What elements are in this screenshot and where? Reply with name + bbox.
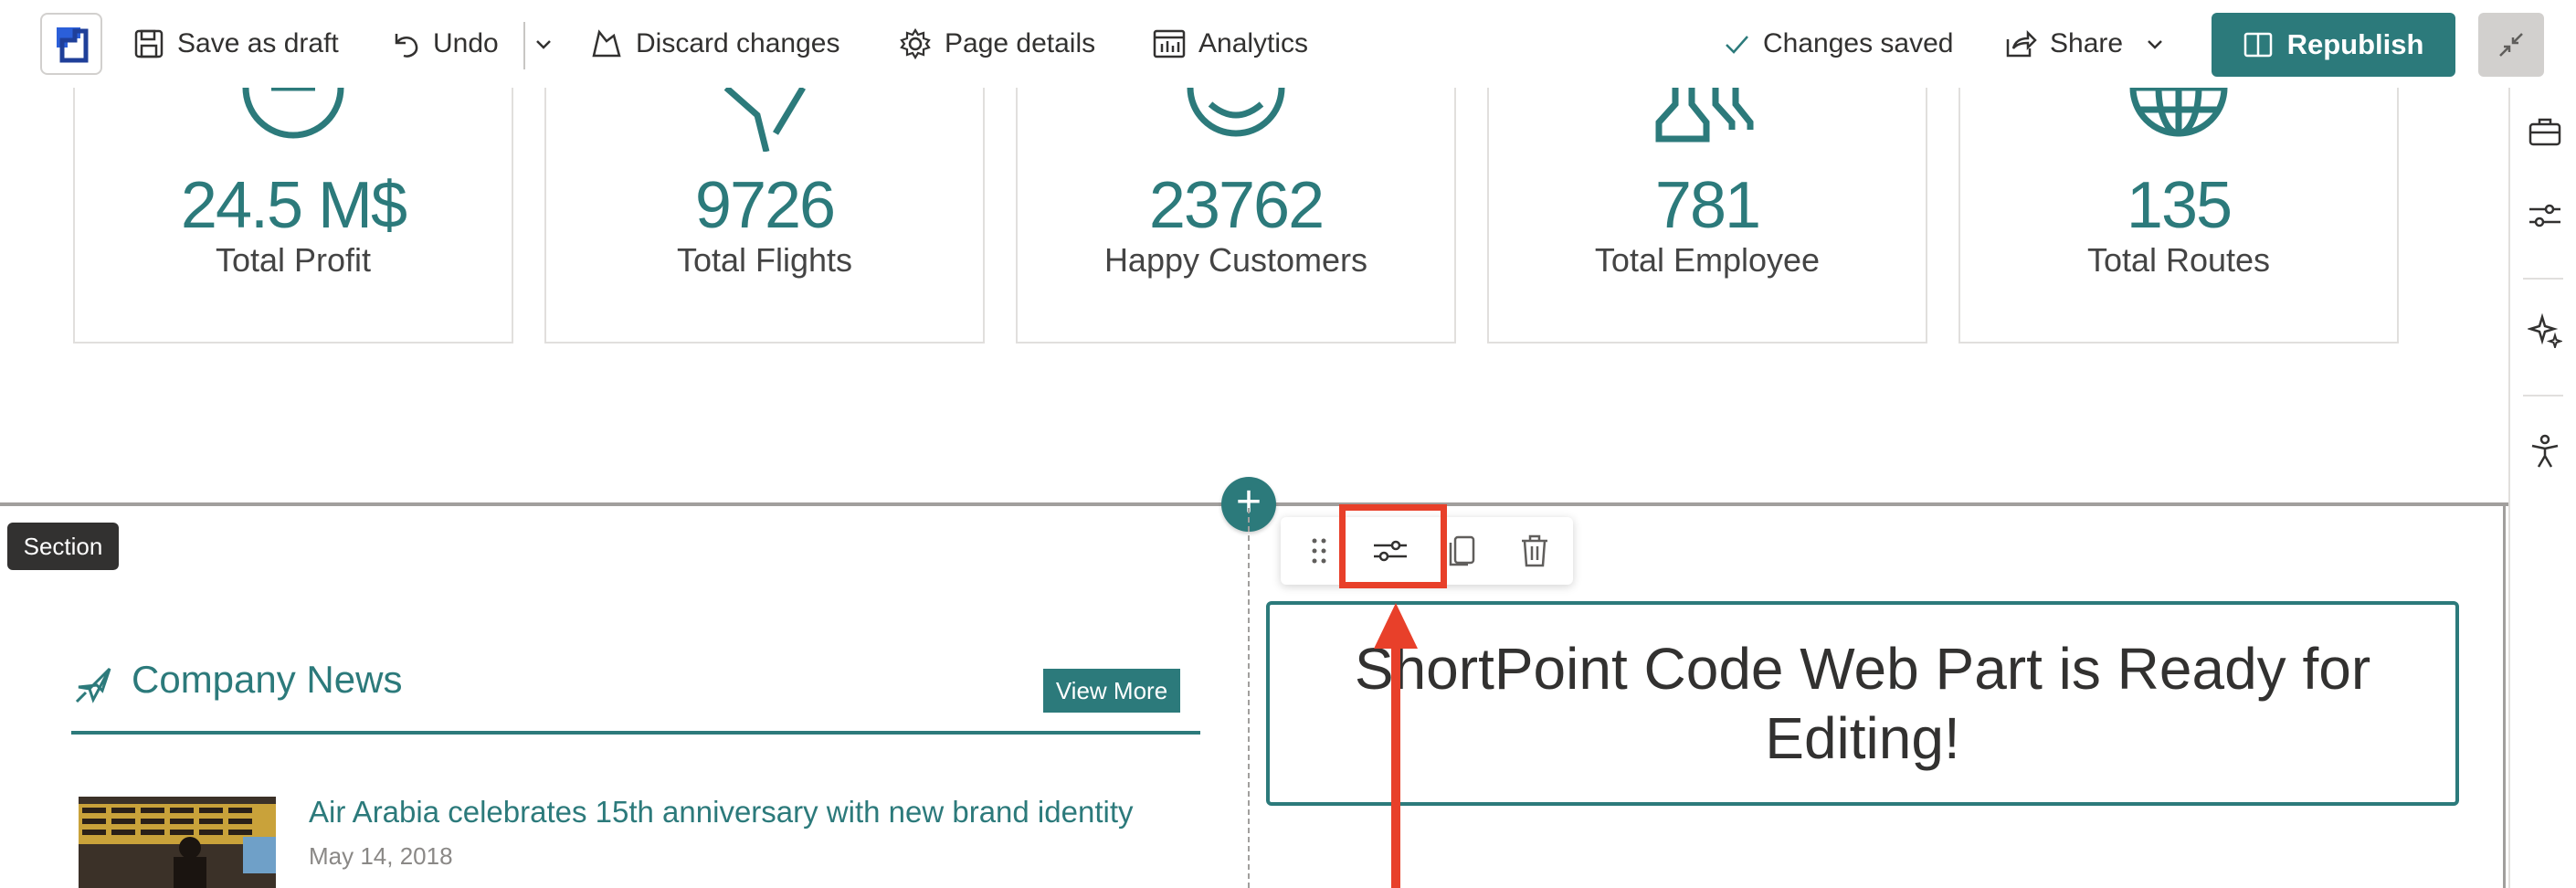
arrow-annotation-icon (1374, 603, 1418, 888)
save-status-label: Changes saved (1763, 28, 1954, 58)
share-button[interactable]: Share (2004, 22, 2165, 66)
plane-icon (75, 667, 111, 703)
plane-icon (723, 88, 807, 152)
stat-value: 135 (2126, 169, 2233, 242)
analytics-button[interactable]: Analytics (1153, 22, 1308, 66)
page-details-button[interactable]: Page details (899, 22, 1095, 66)
gear-icon (900, 27, 931, 60)
analytics-label: Analytics (1198, 28, 1309, 58)
drag-handle-icon[interactable] (1301, 533, 1337, 569)
stat-label: Total Flights (676, 241, 853, 279)
discard-changes-button[interactable]: Discard changes (590, 22, 839, 66)
stat-label: Total Profit (215, 241, 372, 279)
company-news-header: Company News View More (71, 658, 1200, 735)
stat-card: 781 Total Employee (1487, 88, 1927, 344)
analytics-icon (1153, 29, 1186, 58)
settings-sliders-icon[interactable] (2527, 197, 2563, 234)
highlight-annotation-box (1339, 504, 1447, 588)
section-badge: Section (7, 523, 119, 570)
stat-label: Total Employee (1594, 241, 1821, 279)
stat-card: 135 Total Routes (1958, 88, 2399, 344)
share-label: Share (2050, 28, 2124, 58)
column-divider (1248, 508, 1250, 888)
stat-label: Happy Customers (1103, 241, 1368, 279)
stat-card: 9726 Total Flights (544, 88, 985, 344)
undo-button[interactable]: Undo (389, 22, 499, 66)
shortpoint-code-webpart[interactable]: ShortPoint Code Web Part is Ready for Ed… (1266, 601, 2459, 806)
company-news-title: Company News (132, 658, 403, 701)
page-details-label: Page details (945, 28, 1096, 58)
chevron-down-icon (536, 40, 551, 49)
command-bar: Save as draft Undo Discard changes Page … (0, 0, 2576, 88)
stat-value: 23762 (1148, 169, 1325, 242)
save-status: Changes saved (1723, 22, 1953, 66)
save-icon (134, 29, 164, 58)
smiley-icon (1187, 88, 1285, 137)
rail-divider (2523, 278, 2563, 280)
delete-icon[interactable] (1516, 533, 1553, 569)
shortpoint-logo-icon (57, 27, 89, 63)
undo-separator (523, 22, 525, 69)
shortpoint-logo-button[interactable] (40, 13, 102, 75)
webpart-placeholder-text: ShortPoint Code Web Part is Ready for Ed… (1354, 636, 2371, 771)
undo-label: Undo (433, 28, 499, 58)
collapse-icon (2499, 33, 2523, 57)
republish-button[interactable]: Republish (2212, 13, 2455, 77)
people-icon (1655, 88, 1754, 143)
news-headline[interactable]: Air Arabia celebrates 15th anniversary w… (309, 795, 1134, 830)
stat-value: 9726 (694, 169, 836, 242)
accessibility-icon[interactable] (2527, 433, 2563, 470)
discard-changes-label: Discard changes (636, 28, 840, 58)
stat-value: 781 (1654, 169, 1761, 242)
section-border-right (2503, 504, 2506, 888)
undo-icon (395, 34, 418, 58)
dial-icon (242, 88, 344, 139)
stat-label: Total Routes (2086, 241, 2271, 279)
discard-icon (592, 29, 621, 58)
share-icon (2006, 29, 2037, 58)
sparkle-icon[interactable] (2527, 312, 2563, 349)
republish-label: Republish (2286, 28, 2424, 60)
rail-divider (2523, 395, 2563, 396)
news-thumbnail[interactable] (79, 797, 276, 888)
view-more-button[interactable]: View More (1043, 669, 1180, 713)
stat-value: 24.5 M$ (180, 169, 407, 242)
save-as-draft-button[interactable]: Save as draft (133, 22, 339, 66)
save-as-draft-label: Save as draft (177, 28, 339, 58)
right-toolbox-rail (2508, 88, 2576, 888)
globe-icon (2129, 88, 2228, 137)
undo-dropdown-button[interactable] (533, 22, 566, 66)
chevron-down-icon (2148, 40, 2162, 49)
news-date: May 14, 2018 (309, 842, 453, 870)
book-icon (2243, 32, 2272, 58)
duplicate-icon[interactable] (1443, 533, 1480, 569)
toolbox-icon[interactable] (2527, 113, 2563, 150)
collapse-button[interactable] (2478, 13, 2544, 77)
stat-card: 24.5 M$ Total Profit (73, 88, 513, 344)
stat-card: 23762 Happy Customers (1016, 88, 1456, 344)
checkmark-icon (1726, 36, 1748, 54)
